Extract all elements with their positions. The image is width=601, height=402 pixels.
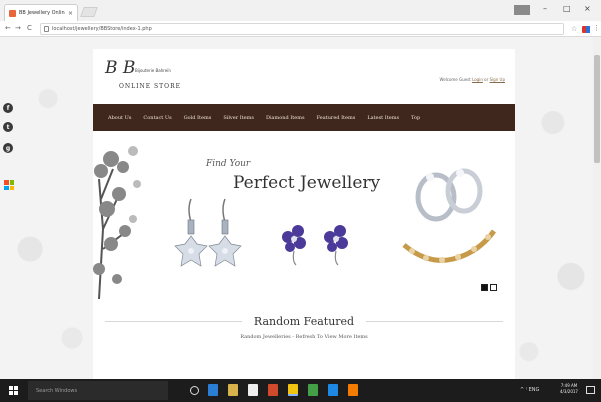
banner-headline: Perfect Jewellery bbox=[233, 173, 381, 193]
back-icon[interactable]: ← bbox=[5, 24, 11, 32]
tree-illustration bbox=[93, 146, 141, 299]
address-bar[interactable]: localhost/jewellery/BBStore/index-1.php bbox=[40, 23, 564, 35]
browser-tabbar: BB Jewellery Online Store × – □ × bbox=[0, 0, 601, 21]
xampp-icon[interactable] bbox=[348, 384, 358, 396]
profile-button[interactable] bbox=[514, 5, 530, 15]
windows-start-icon[interactable] bbox=[9, 386, 18, 395]
nav-top[interactable]: Top bbox=[411, 115, 420, 121]
system-tray[interactable]: ^ ⁽ ENG bbox=[520, 387, 539, 393]
clock-date: 4/3/2017 bbox=[560, 389, 578, 394]
task-view-icon[interactable] bbox=[190, 386, 199, 395]
new-tab-button[interactable] bbox=[80, 7, 98, 17]
slider-dot[interactable] bbox=[490, 284, 497, 291]
maximize-icon[interactable]: □ bbox=[563, 4, 571, 13]
random-featured-heading: Random Featured bbox=[93, 311, 515, 331]
tab-title: BB Jewellery Online Store bbox=[19, 10, 65, 16]
rings-bracelet-image bbox=[402, 168, 497, 263]
banner-script-text: Find Your bbox=[206, 159, 251, 169]
close-window-icon[interactable]: × bbox=[584, 4, 591, 13]
reload-icon[interactable]: C bbox=[27, 24, 32, 32]
section-title: Random Featured bbox=[253, 314, 355, 328]
nav-latest-items[interactable]: Latest Items bbox=[367, 115, 399, 121]
nav-diamond-items[interactable]: Diamond Items bbox=[266, 115, 305, 121]
nav-contact-us[interactable]: Contact Us bbox=[143, 115, 171, 121]
extension-icon[interactable] bbox=[582, 26, 590, 33]
site-logo[interactable]: B B Bijouterie Bahreïn ONLINE STORE bbox=[105, 58, 215, 98]
browser-menu-icon[interactable]: ⋮ bbox=[593, 24, 600, 32]
page-viewport: f t g B B Bijouterie Bahreïn ONLINE STOR… bbox=[0, 37, 601, 379]
nav-silver-items[interactable]: Silver Items bbox=[223, 115, 254, 121]
site-container: B B Bijouterie Bahreïn ONLINE STORE Welc… bbox=[93, 49, 515, 379]
word-icon[interactable] bbox=[328, 384, 338, 396]
browser-tab[interactable]: BB Jewellery Online Store × bbox=[4, 4, 78, 21]
nav-featured-items[interactable]: Featured Items bbox=[317, 115, 356, 121]
page-scrollbar[interactable] bbox=[593, 37, 601, 379]
welcome-text: Welcome Guest bbox=[439, 77, 471, 82]
nav-about-us[interactable]: About Us bbox=[108, 115, 131, 121]
forward-icon[interactable]: → bbox=[15, 24, 21, 32]
edge-browser-icon[interactable] bbox=[208, 384, 218, 396]
google-plus-icon[interactable]: g bbox=[3, 143, 13, 153]
hero-banner[interactable]: Find Your Perfect Jewellery bbox=[93, 139, 515, 299]
action-center-icon[interactable] bbox=[586, 386, 595, 394]
section-subtitle: Random Jewelleries - Refresh To View Mor… bbox=[240, 334, 368, 340]
slider-dot-active[interactable] bbox=[481, 284, 488, 291]
earrings-image bbox=[174, 198, 242, 267]
login-link[interactable]: Login bbox=[472, 77, 483, 82]
address-toolbar: ← → C localhost/jewellery/BBStore/index-… bbox=[0, 21, 601, 37]
taskbar-search-input[interactable]: Search Windows bbox=[28, 381, 168, 400]
media-player-icon[interactable] bbox=[268, 384, 278, 396]
welcome-or: or bbox=[484, 77, 489, 82]
facebook-icon[interactable]: f bbox=[3, 103, 13, 113]
notepad-icon[interactable] bbox=[308, 384, 318, 396]
scrollbar-thumb[interactable] bbox=[594, 55, 600, 163]
logo-store-text: ONLINE STORE bbox=[119, 83, 181, 90]
logo-monogram: B B bbox=[105, 58, 136, 78]
store-icon[interactable] bbox=[248, 384, 258, 396]
tab-close-icon[interactable]: × bbox=[68, 10, 73, 17]
welcome-message: Welcome Guest Login or Sign Up bbox=[439, 77, 505, 82]
nav-gold-items[interactable]: Gold Items bbox=[184, 115, 212, 121]
url-text: localhost/jewellery/BBStore/index-1.php bbox=[52, 26, 152, 32]
windows-share-icon[interactable] bbox=[4, 180, 14, 190]
windows-taskbar: Search Windows ^ ⁽ ENG 7:49 AM 4/3/2017 bbox=[0, 379, 601, 402]
file-explorer-icon[interactable] bbox=[228, 384, 238, 396]
flower-pendants-image bbox=[282, 225, 348, 266]
twitter-icon[interactable]: t bbox=[3, 122, 13, 132]
signup-link[interactable]: Sign Up bbox=[490, 77, 505, 82]
logo-subtitle: Bijouterie Bahreïn bbox=[135, 68, 171, 73]
chrome-icon[interactable] bbox=[288, 384, 298, 396]
taskbar-clock[interactable]: 7:49 AM 4/3/2017 bbox=[560, 383, 578, 395]
page-info-icon[interactable] bbox=[44, 26, 49, 32]
minimize-icon[interactable]: – bbox=[543, 4, 547, 13]
main-nav: About Us Contact Us Gold Items Silver It… bbox=[93, 104, 515, 131]
bookmark-star-icon[interactable]: ☆ bbox=[571, 25, 577, 33]
favicon-icon bbox=[9, 9, 16, 17]
